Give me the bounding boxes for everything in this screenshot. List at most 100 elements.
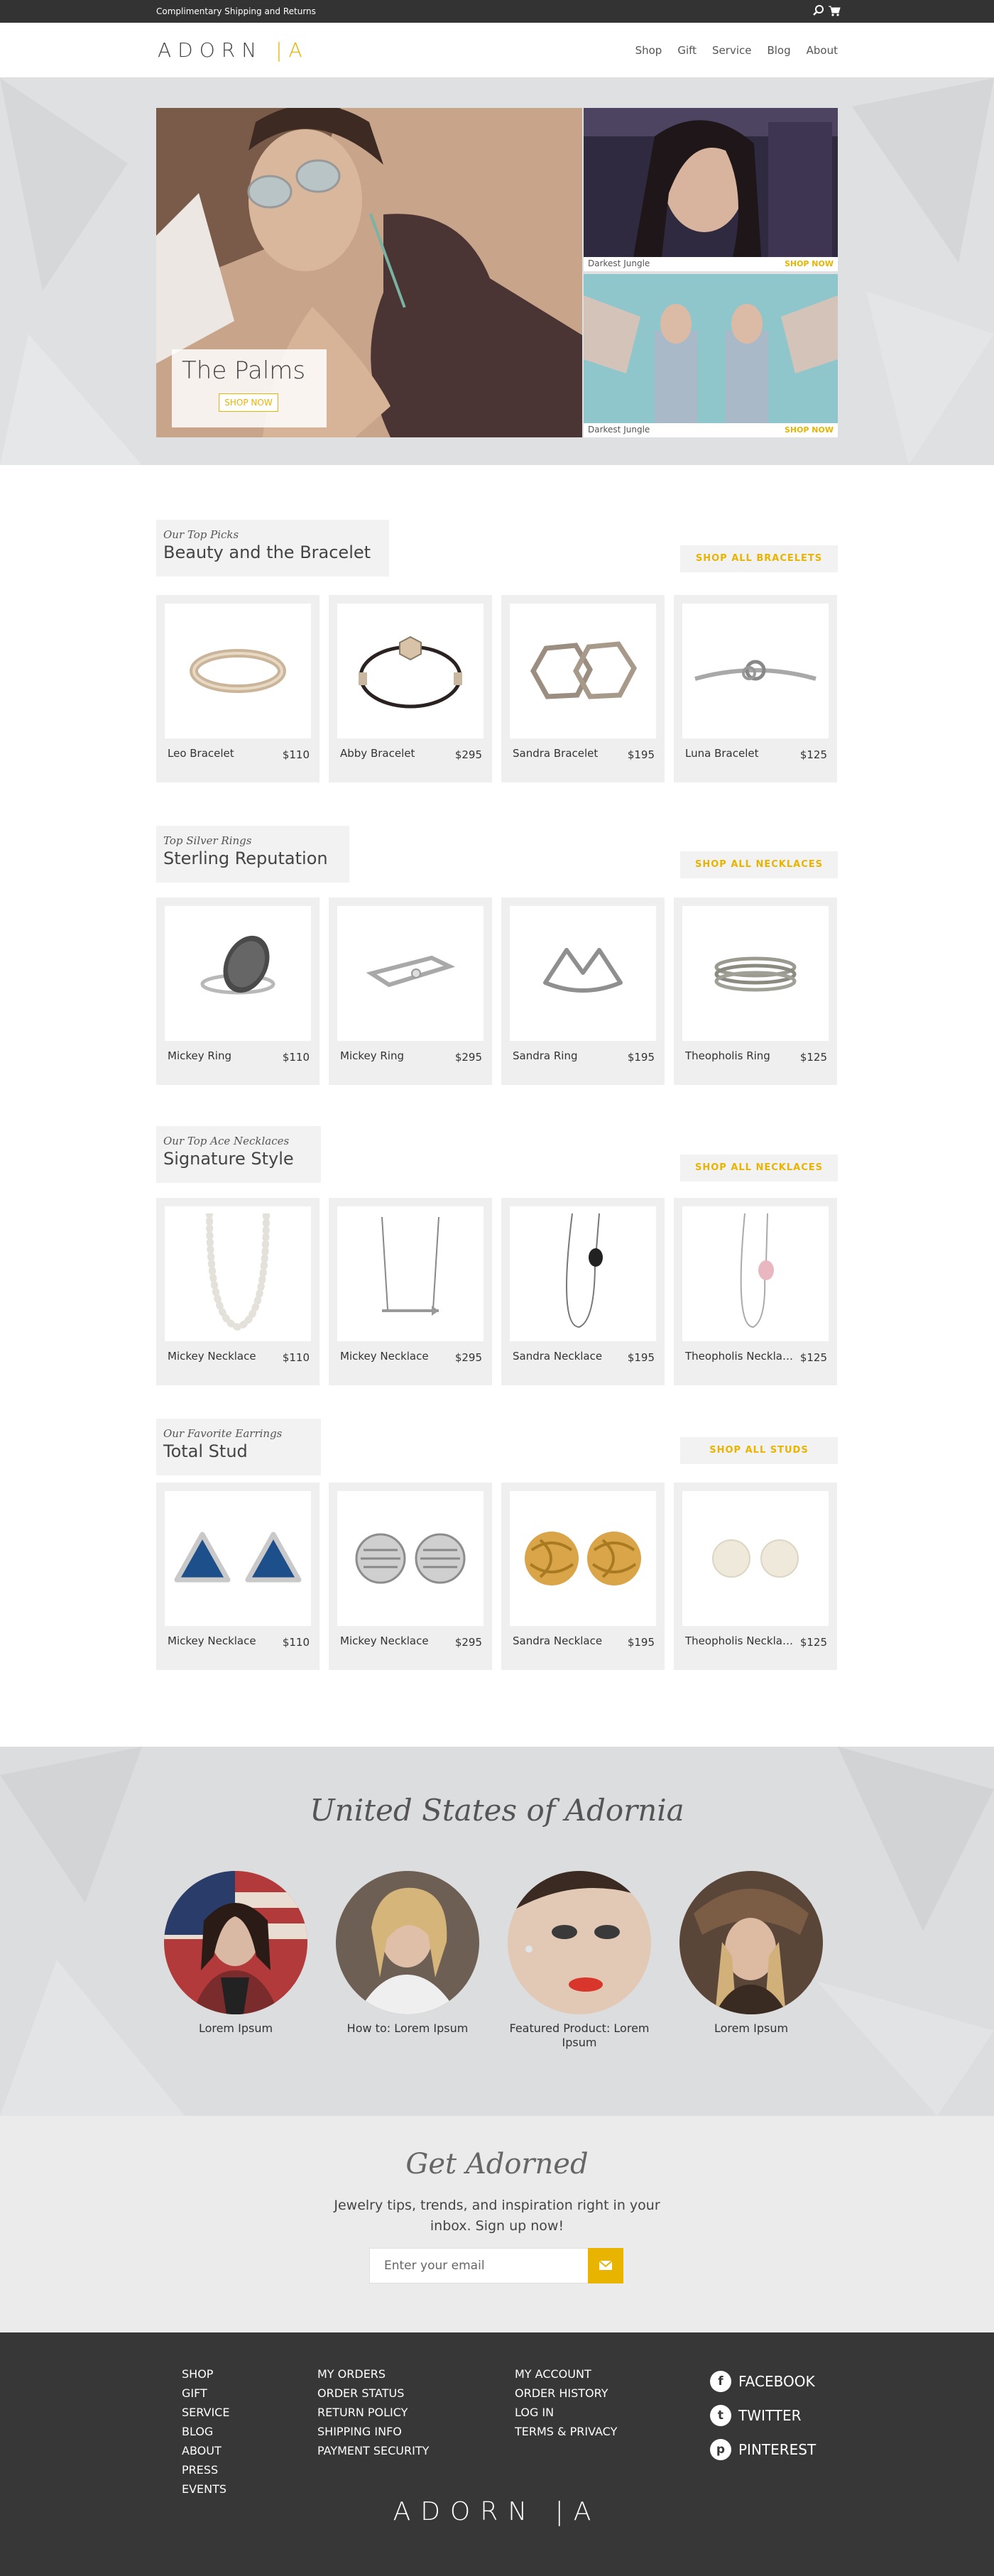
footer-link[interactable]: PRESS (182, 2460, 229, 2479)
product-name: Mickey Necklace (168, 1350, 256, 1363)
product-card[interactable]: Mickey Necklace $295 (329, 1198, 492, 1385)
product-card[interactable]: Mickey Necklace $295 (329, 1483, 492, 1670)
hero-caption-card: The Palms SHOP NOW (172, 349, 327, 427)
footer-link[interactable]: ABOUT (182, 2441, 229, 2460)
product-card[interactable]: Mickey Necklace $110 (156, 1483, 320, 1670)
shop-all-studs-button[interactable]: SHOP ALL STUDS (680, 1437, 838, 1464)
newsletter-submit-button[interactable] (588, 2248, 623, 2283)
footer-link[interactable]: PAYMENT SECURITY (317, 2441, 429, 2460)
person-card-4[interactable]: Lorem Ipsum (677, 1871, 826, 2036)
product-name: Theopholis Ring (685, 1049, 770, 1062)
section-title-box: Our Top Ace Necklaces Signature Style (156, 1126, 321, 1183)
product-price: $125 (799, 1051, 827, 1064)
product-price: $125 (799, 1636, 827, 1649)
hero-main-banner[interactable]: The Palms SHOP NOW (156, 108, 582, 437)
newsletter-section: Get Adorned Jewelry tips, trends, and in… (0, 2116, 994, 2332)
footer-logo-bar: | (555, 2497, 574, 2526)
nav-gift[interactable]: Gift (677, 44, 697, 57)
product-card[interactable]: Sandra Ring $195 (501, 897, 665, 1085)
hero-side-banner-2[interactable]: Darkest Jungle SHOP NOW (584, 274, 838, 437)
email-input[interactable]: Enter your email (369, 2248, 589, 2283)
shop-all-necklaces-button[interactable]: SHOP ALL NECKLACES (680, 1155, 838, 1181)
product-image (682, 906, 829, 1041)
person-label: Lorem Ipsum (198, 2021, 273, 2035)
newsletter-text: Jewelry tips, trends, and inspiration ri… (334, 2198, 660, 2234)
footer-link[interactable]: SHIPPING INFO (317, 2422, 429, 2441)
section-necklaces: Our Top Ace Necklaces Signature Style SH… (156, 1126, 838, 1389)
section-title: Beauty and the Bracelet (163, 542, 371, 562)
product-card[interactable]: Abby Bracelet $295 (329, 595, 492, 782)
person-photo (336, 1871, 479, 2014)
product-price: $195 (627, 748, 655, 761)
footer-link[interactable]: ORDER HISTORY (515, 2384, 617, 2403)
pinterest-icon: p (710, 2439, 731, 2460)
social-pinterest[interactable]: p PINTEREST (710, 2433, 816, 2467)
footer-link[interactable]: BLOG (182, 2422, 229, 2441)
footer-logo[interactable]: ADORN |A (0, 2497, 994, 2526)
product-card[interactable]: Theopholis Ring $125 (674, 897, 837, 1085)
product-name: Mickey Ring (168, 1049, 231, 1062)
footer-link[interactable]: SHOP (182, 2364, 229, 2384)
footer-link[interactable]: TERMS & PRIVACY (515, 2422, 617, 2441)
product-image (337, 1206, 484, 1341)
nav-service[interactable]: Service (712, 44, 751, 57)
product-card[interactable]: Theopholis Necklace $125 (674, 1198, 837, 1385)
nav-blog[interactable]: Blog (767, 44, 790, 57)
person-label: Lorem Ipsum (714, 2021, 789, 2035)
nav-shop[interactable]: Shop (635, 44, 662, 57)
newsletter-title: Get Adorned (405, 2148, 589, 2181)
shipping-notice: Complimentary Shipping and Returns (156, 6, 316, 16)
product-name: Mickey Necklace (340, 1634, 429, 1647)
hero-side-caption-1: Darkest Jungle SHOP NOW (584, 257, 838, 271)
hero-side-shop-now-1[interactable]: SHOP NOW (785, 259, 834, 268)
product-image (682, 1206, 829, 1341)
cart-icon[interactable] (827, 4, 841, 18)
hero-shop-now-button[interactable]: SHOP NOW (219, 393, 278, 412)
person-label: Featured Product: Lorem Ipsum (509, 2021, 650, 2049)
section-title-box: Top Silver Rings Sterling Reputation (156, 826, 349, 883)
footer-link[interactable]: MY ACCOUNT (515, 2364, 617, 2384)
footer-link[interactable]: RETURN POLICY (317, 2403, 429, 2422)
product-image (165, 604, 311, 738)
product-card[interactable]: Sandra Bracelet $195 (501, 595, 665, 782)
footer-link[interactable]: GIFT (182, 2384, 229, 2403)
product-image (337, 1491, 484, 1626)
product-card[interactable]: Leo Bracelet $110 (156, 595, 320, 782)
product-card[interactable]: Luna Bracelet $125 (674, 595, 837, 782)
footer-link[interactable]: ORDER STATUS (317, 2384, 429, 2403)
shop-all-rings-button[interactable]: SHOP ALL NECKLACES (680, 851, 838, 878)
person-card-1[interactable]: Lorem Ipsum (161, 1871, 310, 2036)
product-price: $125 (799, 748, 827, 761)
product-name: Theopholis Necklace (685, 1350, 793, 1363)
site-logo[interactable]: ADORN |A (158, 38, 309, 62)
product-price: $110 (282, 1051, 310, 1064)
footer-link[interactable]: MY ORDERS (317, 2364, 429, 2384)
hero-side-banner-1[interactable]: Darkest Jungle SHOP NOW (584, 108, 838, 271)
logo-letter: A (288, 38, 309, 62)
nav-about[interactable]: About (807, 44, 838, 57)
site-header: ADORN |A Shop Gift Service Blog About (0, 23, 994, 78)
search-icon[interactable] (812, 4, 826, 18)
product-card[interactable]: Mickey Ring $295 (329, 897, 492, 1085)
person-card-3[interactable]: Featured Product: Lorem Ipsum (505, 1871, 654, 2050)
product-image (337, 906, 484, 1041)
footer-link[interactable]: EVENTS (182, 2479, 229, 2499)
site-footer: SHOP GIFT SERVICE BLOG ABOUT PRESS EVENT… (0, 2332, 994, 2576)
hero-side-shop-now-2[interactable]: SHOP NOW (785, 425, 834, 435)
product-card[interactable]: Theopholis Necklace $125 (674, 1483, 837, 1670)
logo-text: ADORN (158, 38, 263, 62)
product-name: Luna Bracelet (685, 747, 759, 760)
product-card[interactable]: Mickey Necklace $110 (156, 1198, 320, 1385)
person-card-2[interactable]: How to: Lorem Ipsum (333, 1871, 482, 2036)
product-card[interactable]: Mickey Ring $110 (156, 897, 320, 1085)
shop-all-bracelets-button[interactable]: SHOP ALL BRACELETS (680, 545, 838, 572)
footer-link[interactable]: SERVICE (182, 2403, 229, 2422)
social-facebook[interactable]: f FACEBOOK (710, 2364, 816, 2398)
hero-side-title-1: Darkest Jungle (588, 258, 650, 268)
social-twitter[interactable]: t TWITTER (710, 2398, 816, 2433)
product-image (510, 1491, 656, 1626)
person-photo (508, 1871, 651, 2014)
footer-link[interactable]: LOG IN (515, 2403, 617, 2422)
product-card[interactable]: Sandra Necklace $195 (501, 1198, 665, 1385)
product-card[interactable]: Sandra Necklace $195 (501, 1483, 665, 1670)
